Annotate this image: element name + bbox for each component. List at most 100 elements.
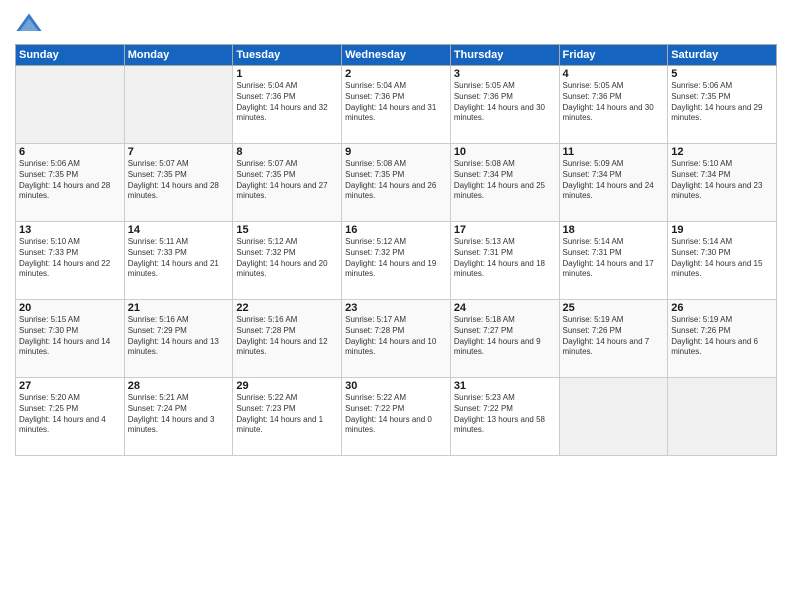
day-info: Sunrise: 5:13 AM Sunset: 7:31 PM Dayligh… [454,237,556,280]
day-cell: 25Sunrise: 5:19 AM Sunset: 7:26 PM Dayli… [559,300,668,378]
day-number: 29 [236,380,338,392]
day-number: 21 [128,302,230,314]
header-wednesday: Wednesday [342,45,451,66]
day-cell: 9Sunrise: 5:08 AM Sunset: 7:35 PM Daylig… [342,144,451,222]
day-number: 28 [128,380,230,392]
calendar: SundayMondayTuesdayWednesdayThursdayFrid… [15,44,777,456]
header-thursday: Thursday [450,45,559,66]
day-cell [16,66,125,144]
day-info: Sunrise: 5:10 AM Sunset: 7:34 PM Dayligh… [671,159,773,202]
day-info: Sunrise: 5:20 AM Sunset: 7:25 PM Dayligh… [19,393,121,436]
day-info: Sunrise: 5:12 AM Sunset: 7:32 PM Dayligh… [236,237,338,280]
day-number: 25 [563,302,665,314]
day-cell: 30Sunrise: 5:22 AM Sunset: 7:22 PM Dayli… [342,378,451,456]
day-cell: 5Sunrise: 5:06 AM Sunset: 7:35 PM Daylig… [668,66,777,144]
day-info: Sunrise: 5:17 AM Sunset: 7:28 PM Dayligh… [345,315,447,358]
week-row-1: 6Sunrise: 5:06 AM Sunset: 7:35 PM Daylig… [16,144,777,222]
header-monday: Monday [124,45,233,66]
day-info: Sunrise: 5:19 AM Sunset: 7:26 PM Dayligh… [671,315,773,358]
day-info: Sunrise: 5:07 AM Sunset: 7:35 PM Dayligh… [128,159,230,202]
day-number: 23 [345,302,447,314]
day-cell: 11Sunrise: 5:09 AM Sunset: 7:34 PM Dayli… [559,144,668,222]
day-cell: 19Sunrise: 5:14 AM Sunset: 7:30 PM Dayli… [668,222,777,300]
day-number: 1 [236,68,338,80]
day-cell: 14Sunrise: 5:11 AM Sunset: 7:33 PM Dayli… [124,222,233,300]
day-number: 9 [345,146,447,158]
day-cell: 17Sunrise: 5:13 AM Sunset: 7:31 PM Dayli… [450,222,559,300]
day-cell: 15Sunrise: 5:12 AM Sunset: 7:32 PM Dayli… [233,222,342,300]
day-info: Sunrise: 5:18 AM Sunset: 7:27 PM Dayligh… [454,315,556,358]
day-cell: 6Sunrise: 5:06 AM Sunset: 7:35 PM Daylig… [16,144,125,222]
header [15,10,777,38]
day-info: Sunrise: 5:14 AM Sunset: 7:30 PM Dayligh… [671,237,773,280]
day-cell: 21Sunrise: 5:16 AM Sunset: 7:29 PM Dayli… [124,300,233,378]
day-info: Sunrise: 5:11 AM Sunset: 7:33 PM Dayligh… [128,237,230,280]
day-cell: 22Sunrise: 5:16 AM Sunset: 7:28 PM Dayli… [233,300,342,378]
day-info: Sunrise: 5:07 AM Sunset: 7:35 PM Dayligh… [236,159,338,202]
day-number: 13 [19,224,121,236]
day-cell: 31Sunrise: 5:23 AM Sunset: 7:22 PM Dayli… [450,378,559,456]
day-cell: 20Sunrise: 5:15 AM Sunset: 7:30 PM Dayli… [16,300,125,378]
day-info: Sunrise: 5:16 AM Sunset: 7:28 PM Dayligh… [236,315,338,358]
day-info: Sunrise: 5:05 AM Sunset: 7:36 PM Dayligh… [563,81,665,124]
week-row-4: 27Sunrise: 5:20 AM Sunset: 7:25 PM Dayli… [16,378,777,456]
day-cell: 16Sunrise: 5:12 AM Sunset: 7:32 PM Dayli… [342,222,451,300]
day-number: 26 [671,302,773,314]
page: SundayMondayTuesdayWednesdayThursdayFrid… [0,0,792,612]
day-cell: 2Sunrise: 5:04 AM Sunset: 7:36 PM Daylig… [342,66,451,144]
day-info: Sunrise: 5:15 AM Sunset: 7:30 PM Dayligh… [19,315,121,358]
week-row-2: 13Sunrise: 5:10 AM Sunset: 7:33 PM Dayli… [16,222,777,300]
day-number: 18 [563,224,665,236]
day-number: 12 [671,146,773,158]
day-number: 20 [19,302,121,314]
day-cell: 3Sunrise: 5:05 AM Sunset: 7:36 PM Daylig… [450,66,559,144]
day-number: 6 [19,146,121,158]
calendar-body: 1Sunrise: 5:04 AM Sunset: 7:36 PM Daylig… [16,66,777,456]
day-number: 17 [454,224,556,236]
day-cell: 29Sunrise: 5:22 AM Sunset: 7:23 PM Dayli… [233,378,342,456]
week-row-0: 1Sunrise: 5:04 AM Sunset: 7:36 PM Daylig… [16,66,777,144]
day-number: 3 [454,68,556,80]
day-cell: 13Sunrise: 5:10 AM Sunset: 7:33 PM Dayli… [16,222,125,300]
day-cell: 12Sunrise: 5:10 AM Sunset: 7:34 PM Dayli… [668,144,777,222]
day-info: Sunrise: 5:16 AM Sunset: 7:29 PM Dayligh… [128,315,230,358]
day-number: 22 [236,302,338,314]
day-info: Sunrise: 5:10 AM Sunset: 7:33 PM Dayligh… [19,237,121,280]
day-info: Sunrise: 5:06 AM Sunset: 7:35 PM Dayligh… [19,159,121,202]
day-cell: 24Sunrise: 5:18 AM Sunset: 7:27 PM Dayli… [450,300,559,378]
day-cell [559,378,668,456]
day-number: 30 [345,380,447,392]
day-info: Sunrise: 5:05 AM Sunset: 7:36 PM Dayligh… [454,81,556,124]
day-info: Sunrise: 5:08 AM Sunset: 7:34 PM Dayligh… [454,159,556,202]
day-number: 24 [454,302,556,314]
header-tuesday: Tuesday [233,45,342,66]
logo [15,10,47,38]
day-number: 14 [128,224,230,236]
day-number: 2 [345,68,447,80]
day-cell: 8Sunrise: 5:07 AM Sunset: 7:35 PM Daylig… [233,144,342,222]
day-cell [124,66,233,144]
day-info: Sunrise: 5:14 AM Sunset: 7:31 PM Dayligh… [563,237,665,280]
day-info: Sunrise: 5:04 AM Sunset: 7:36 PM Dayligh… [236,81,338,124]
calendar-header: SundayMondayTuesdayWednesdayThursdayFrid… [16,45,777,66]
day-number: 31 [454,380,556,392]
day-number: 16 [345,224,447,236]
day-cell: 27Sunrise: 5:20 AM Sunset: 7:25 PM Dayli… [16,378,125,456]
day-number: 27 [19,380,121,392]
day-info: Sunrise: 5:06 AM Sunset: 7:35 PM Dayligh… [671,81,773,124]
header-row: SundayMondayTuesdayWednesdayThursdayFrid… [16,45,777,66]
day-info: Sunrise: 5:21 AM Sunset: 7:24 PM Dayligh… [128,393,230,436]
day-cell: 18Sunrise: 5:14 AM Sunset: 7:31 PM Dayli… [559,222,668,300]
header-sunday: Sunday [16,45,125,66]
day-cell: 26Sunrise: 5:19 AM Sunset: 7:26 PM Dayli… [668,300,777,378]
day-info: Sunrise: 5:22 AM Sunset: 7:23 PM Dayligh… [236,393,338,436]
day-cell [668,378,777,456]
day-number: 7 [128,146,230,158]
day-cell: 1Sunrise: 5:04 AM Sunset: 7:36 PM Daylig… [233,66,342,144]
header-saturday: Saturday [668,45,777,66]
day-number: 4 [563,68,665,80]
day-info: Sunrise: 5:04 AM Sunset: 7:36 PM Dayligh… [345,81,447,124]
day-number: 8 [236,146,338,158]
day-info: Sunrise: 5:09 AM Sunset: 7:34 PM Dayligh… [563,159,665,202]
day-info: Sunrise: 5:19 AM Sunset: 7:26 PM Dayligh… [563,315,665,358]
